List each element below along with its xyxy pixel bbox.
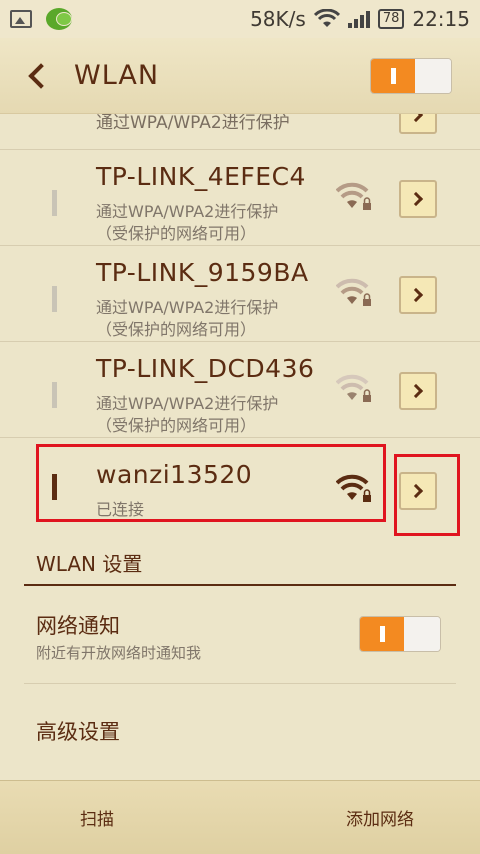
chevron-right-icon [408, 191, 424, 207]
network-detail-button[interactable] [399, 276, 437, 314]
battery-icon: 78 [377, 9, 405, 29]
setting-title: 网络通知 [36, 614, 120, 638]
scan-button[interactable]: 扫描 [80, 805, 114, 830]
network-row[interactable]: TP-LINK_4EFEC4 通过WPA/WPA2进行保护 （受保护的网络可用） [0, 150, 480, 246]
signal-strength-icon [347, 10, 370, 28]
toggle-on-indicator [371, 58, 415, 93]
network-ssid: TP-LINK_4EFEC4 [96, 162, 306, 191]
advanced-settings-row[interactable]: 高级设置 [24, 684, 456, 780]
wifi-locked-icon [336, 182, 371, 210]
network-detail-button[interactable] [399, 114, 437, 134]
network-availability-text: （受保护的网络可用） [96, 320, 257, 339]
network-row[interactable]: TP-LINK_9159BA 通过WPA/WPA2进行保护 （受保护的网络可用） [0, 246, 480, 342]
setting-subtitle: 附近有开放网络时通知我 [36, 644, 202, 662]
back-arrow-icon[interactable] [28, 62, 54, 89]
network-speed: 58K/s [250, 7, 306, 31]
clock: 22:15 [412, 7, 470, 31]
bottom-action-bar: 扫描 添加网络 [0, 780, 480, 854]
network-detail-button[interactable] [399, 180, 437, 218]
chevron-right-icon [408, 287, 424, 303]
network-row[interactable]: TP-LINK_DCD436 通过WPA/WPA2进行保护 （受保护的网络可用） [0, 342, 480, 438]
page-title: WLAN [74, 60, 160, 91]
wifi-locked-icon [336, 374, 371, 402]
wlan-toggle[interactable] [370, 57, 452, 94]
annotation-box-network [36, 444, 386, 522]
connection-indicator [52, 190, 57, 216]
wifi-status-icon [313, 9, 340, 27]
chevron-right-icon [408, 114, 424, 123]
network-security-text: 通过WPA/WPA2进行保护 [96, 298, 279, 317]
section-title: WLAN 设置 [36, 552, 143, 576]
network-detail-button[interactable] [399, 372, 437, 410]
toggle-off-area [404, 617, 440, 651]
connection-indicator [52, 286, 57, 312]
network-security-text: 通过WPA/WPA2进行保护 [96, 394, 279, 413]
connection-indicator [52, 382, 57, 408]
add-network-button[interactable]: 添加网络 [346, 805, 414, 830]
annotation-box-detail [394, 454, 460, 536]
notification-toggle[interactable] [359, 616, 441, 652]
chevron-right-icon [408, 383, 424, 399]
wechat-notification-icon [46, 8, 72, 30]
network-ssid: TP-LINK_DCD436 [96, 354, 315, 383]
app-header: WLAN [0, 38, 480, 114]
wifi-locked-icon [336, 278, 371, 306]
network-row-partial[interactable]: 通过WPA/WPA2进行保护 [0, 114, 480, 150]
network-availability-text: （受保护的网络可用） [96, 416, 257, 435]
status-bar: 58K/s 78 22:15 [0, 0, 480, 38]
network-availability-text: （受保护的网络可用） [96, 224, 257, 243]
gallery-notification-icon [10, 10, 32, 28]
network-notification-row[interactable]: 网络通知 附近有开放网络时通知我 [24, 588, 456, 684]
network-ssid: TP-LINK_9159BA [96, 258, 309, 287]
network-security-text: 通过WPA/WPA2进行保护 [96, 202, 279, 221]
toggle-off-area [415, 58, 451, 93]
toggle-on-indicator [360, 617, 404, 651]
section-header: WLAN 设置 [24, 538, 456, 586]
network-security-text: 通过WPA/WPA2进行保护 [96, 114, 290, 133]
setting-title: 高级设置 [36, 720, 120, 744]
